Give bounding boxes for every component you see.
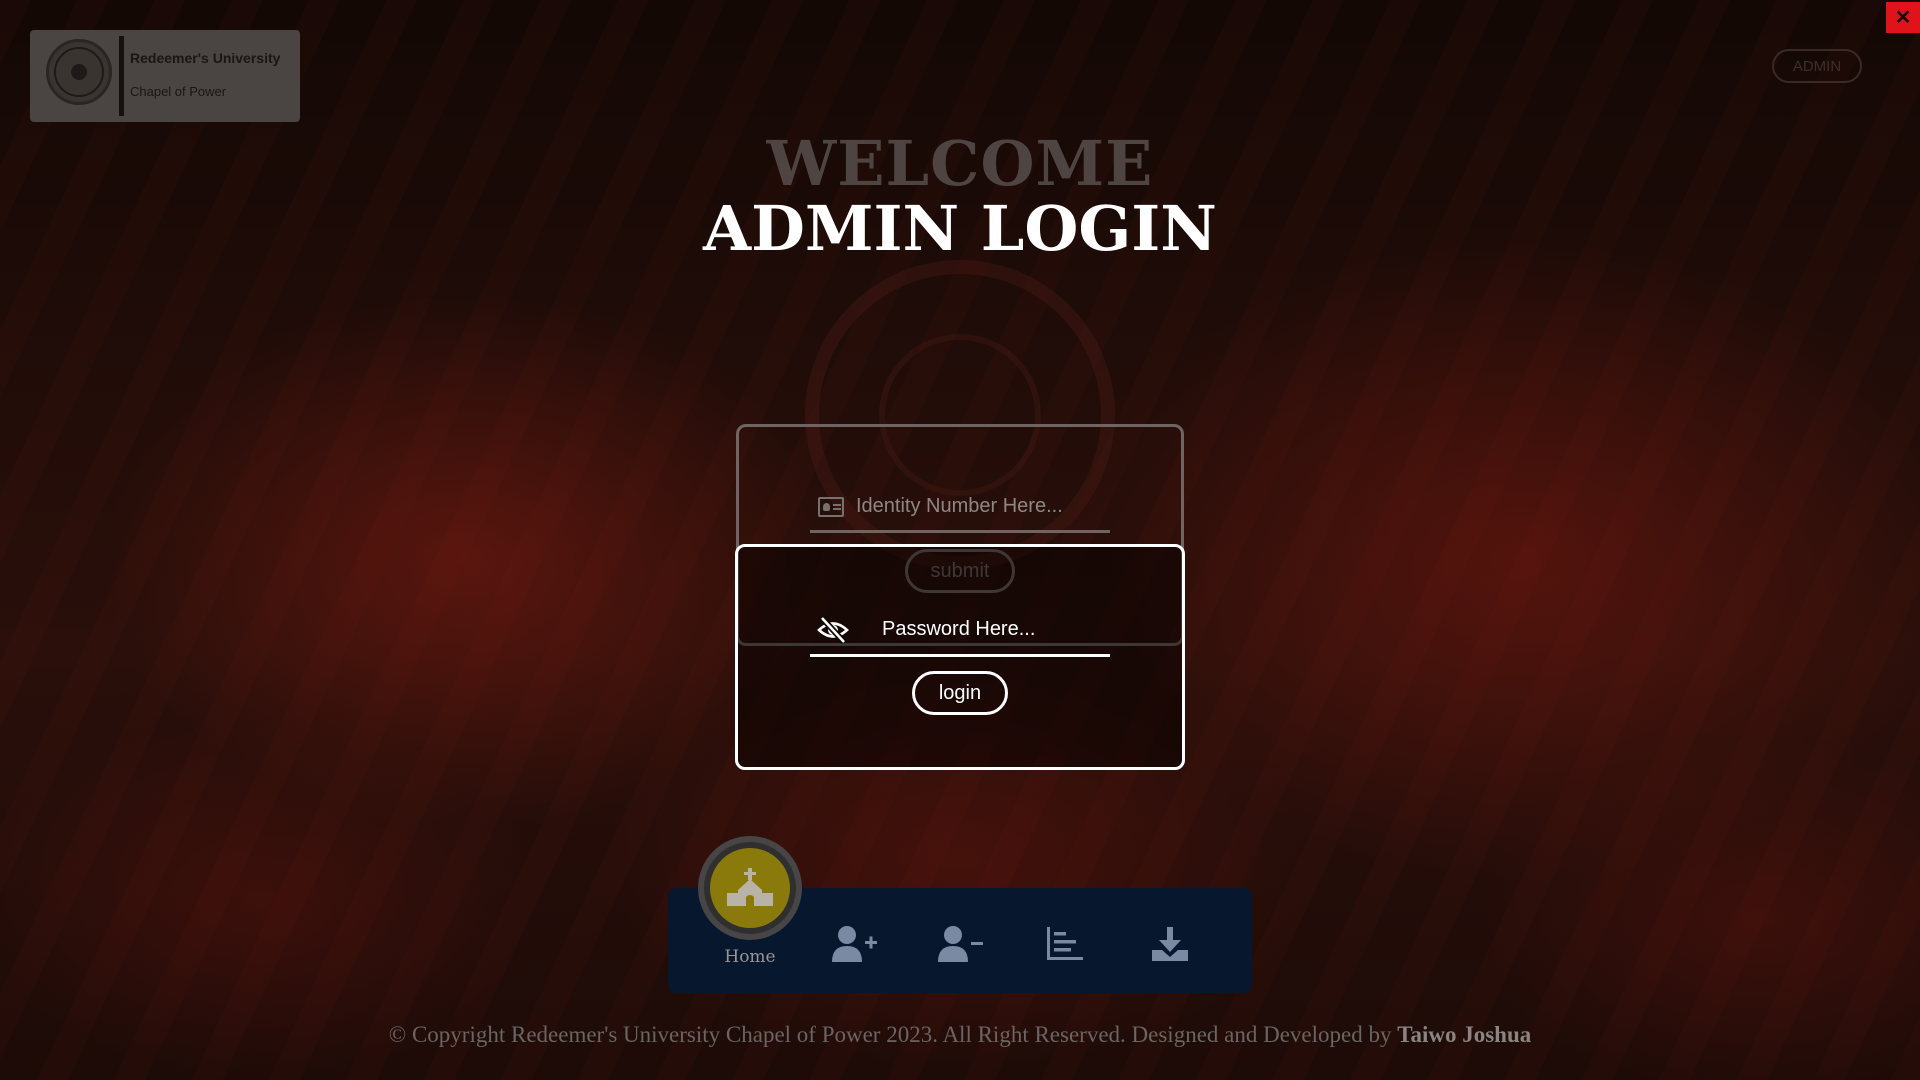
footer-author: Taiwo Joshua [1397, 1022, 1532, 1047]
identity-field [810, 483, 1110, 533]
close-button[interactable]: ✕ [1886, 2, 1920, 33]
remove-user-icon [938, 926, 983, 962]
identity-input[interactable] [856, 483, 1106, 530]
password-card [735, 544, 1185, 770]
nav-home[interactable] [698, 836, 802, 940]
footer-text: © Copyright Redeemer's University Chapel… [388, 1022, 1398, 1047]
add-user-icon [832, 926, 877, 962]
church-icon [727, 868, 773, 906]
login-button[interactable]: login [912, 671, 1008, 715]
brand-title: Redeemer's University [130, 50, 281, 66]
download-icon [1152, 927, 1188, 961]
id-card-icon [818, 497, 844, 517]
chart-icon [1047, 927, 1083, 960]
footer: © Copyright Redeemer's University Chapel… [0, 1022, 1920, 1048]
password-field [810, 605, 1132, 657]
admin-button[interactable]: ADMIN [1772, 49, 1862, 83]
brand-badge: Redeemer's University Chapel of Power [30, 30, 300, 122]
welcome-heading: WELCOME [766, 127, 1154, 200]
brand-divider [119, 36, 124, 116]
university-logo [46, 39, 112, 105]
nav-add-user[interactable] [828, 918, 880, 970]
nav-reports[interactable] [1039, 918, 1091, 970]
page-title: ADMIN LOGIN [703, 192, 1217, 265]
eye-slash-icon[interactable] [816, 615, 850, 645]
nav-download[interactable] [1144, 918, 1196, 970]
nav-home-label: Home [724, 947, 776, 967]
brand-subtitle: Chapel of Power [130, 84, 227, 99]
nav-remove-user[interactable] [934, 918, 986, 970]
password-input[interactable] [860, 605, 1132, 654]
